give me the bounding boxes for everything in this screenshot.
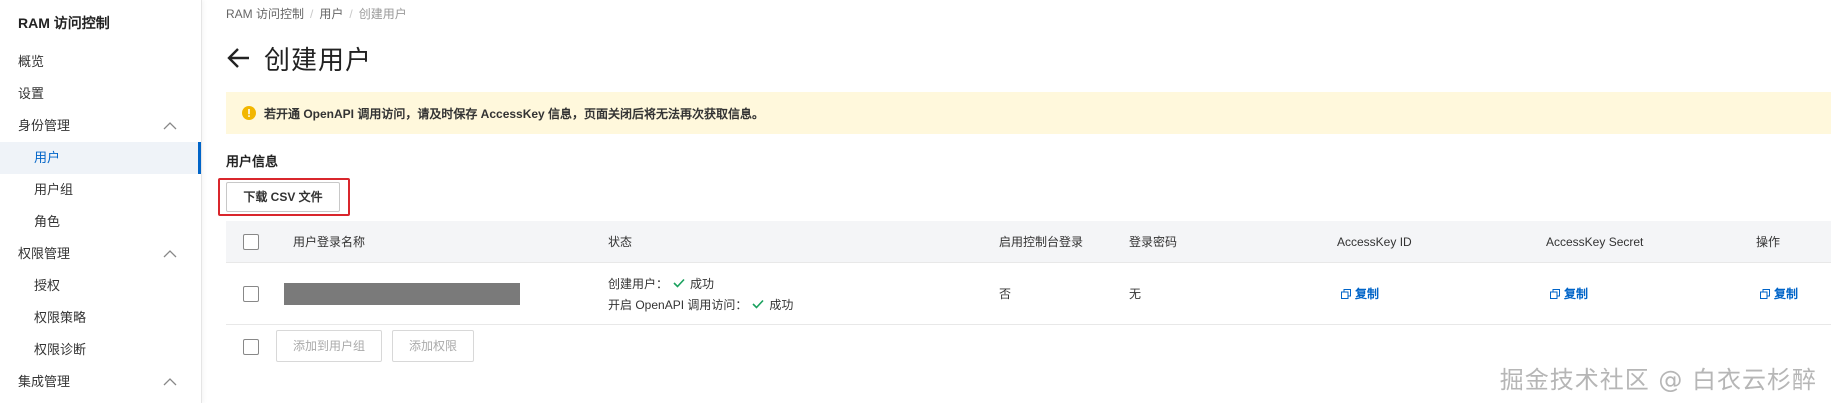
- breadcrumb: RAM 访问控制 / 用户 / 创建用户: [226, 7, 407, 21]
- column-header: AccessKey Secret: [1546, 234, 1644, 249]
- table-row: 创建用户： 成功 开启 OpenAPI 调用访问： 成功 否 无 复制 复制 复…: [226, 263, 1831, 325]
- download-csv-button[interactable]: 下载 CSV 文件: [226, 182, 340, 212]
- status-value: 成功: [769, 297, 794, 312]
- breadcrumb-current: 创建用户: [358, 7, 407, 21]
- sidebar-item-label: 权限策略: [34, 310, 87, 325]
- column-header: 用户登录名称: [293, 235, 366, 249]
- users-table: 用户登录名称 状态 启用控制台登录 登录密码 AccessKey ID Acce…: [226, 221, 1831, 325]
- chevron-up-icon: [163, 378, 177, 386]
- column-header: AccessKey ID: [1337, 234, 1412, 249]
- sidebar-group-permissions[interactable]: 权限管理: [0, 238, 201, 270]
- sidebar-item-grants[interactable]: 授权: [0, 270, 201, 302]
- sidebar: RAM 访问控制 概览 设置 身份管理 用户 用户组 角色 权限管理 授权 权限…: [0, 0, 202, 403]
- copy-accesskey-id-link[interactable]: 复制: [1341, 285, 1379, 302]
- status-cell: 创建用户： 成功 开启 OpenAPI 调用访问： 成功: [608, 275, 793, 313]
- sidebar-item-label: 设置: [18, 86, 45, 101]
- breadcrumb-item[interactable]: RAM 访问控制: [226, 7, 304, 21]
- sidebar-item-label: 权限管理: [18, 246, 71, 261]
- sidebar-item-label: 集成管理: [18, 374, 71, 389]
- sidebar-item-overview[interactable]: 概览: [0, 46, 201, 78]
- main-content: RAM 访问控制 / 用户 / 创建用户 创建用户 若开通 OpenAPI 调用访问，请…: [202, 0, 1831, 403]
- sidebar-item-users[interactable]: 用户: [0, 142, 201, 174]
- console-login-value: 否: [999, 287, 1012, 301]
- sidebar-item-label: 授权: [34, 278, 61, 293]
- sidebar-item-user-groups[interactable]: 用户组: [0, 174, 201, 206]
- sidebar-item-policies[interactable]: 权限策略: [0, 302, 201, 334]
- status-label: 创建用户：: [608, 276, 669, 291]
- copy-icon: [1341, 288, 1351, 299]
- watermark: 掘金技术社区 @ 白衣云杉醉: [1499, 366, 1817, 394]
- sidebar-item-label: 用户: [34, 150, 61, 165]
- warning-icon: [242, 106, 256, 120]
- row-checkbox[interactable]: [243, 285, 259, 302]
- copy-all-link[interactable]: 复制: [1760, 285, 1798, 302]
- column-header: 登录密码: [1129, 235, 1178, 249]
- copy-accesskey-secret-link[interactable]: 复制: [1550, 285, 1588, 302]
- warning-alert: 若开通 OpenAPI 调用访问，请及时保存 AccessKey 信息，页面关闭…: [226, 92, 1831, 134]
- alert-text: 若开通 OpenAPI 调用访问，请及时保存 AccessKey 信息，页面关闭…: [264, 106, 765, 121]
- redacted-username: [284, 282, 520, 305]
- chevron-up-icon: [163, 122, 177, 130]
- back-arrow-icon[interactable]: [226, 45, 252, 71]
- status-value: 成功: [690, 276, 715, 291]
- sidebar-group-identity[interactable]: 身份管理: [0, 110, 201, 142]
- column-header: 状态: [608, 235, 633, 249]
- check-icon: [673, 278, 685, 288]
- sidebar-title: RAM 访问控制: [18, 15, 110, 31]
- add-permission-button[interactable]: 添加权限: [392, 330, 474, 362]
- sidebar-item-label: 概览: [18, 54, 45, 69]
- bulk-select-checkbox[interactable]: [243, 339, 259, 355]
- copy-icon: [1760, 288, 1770, 299]
- sidebar-item-label: 权限诊断: [34, 342, 87, 357]
- title-row: 创建用户: [226, 40, 372, 76]
- status-label: 开启 OpenAPI 调用访问：: [608, 297, 748, 312]
- table-header: 用户登录名称 状态 启用控制台登录 登录密码 AccessKey ID Acce…: [226, 221, 1831, 263]
- column-header: 启用控制台登录: [999, 235, 1084, 249]
- select-all-checkbox[interactable]: [243, 233, 259, 250]
- sidebar-group-integration[interactable]: 集成管理: [0, 366, 201, 398]
- column-header: 操作: [1756, 235, 1781, 249]
- password-value: 无: [1129, 287, 1142, 301]
- sidebar-item-label: 身份管理: [18, 118, 71, 133]
- breadcrumb-item[interactable]: 用户: [319, 7, 343, 21]
- add-to-group-button[interactable]: 添加到用户组: [276, 330, 382, 362]
- sidebar-item-settings[interactable]: 设置: [0, 78, 201, 110]
- section-title: 用户信息: [226, 154, 279, 169]
- sidebar-item-label: 角色: [34, 214, 61, 229]
- sidebar-item-label: 用户组: [34, 182, 74, 197]
- check-icon: [752, 299, 764, 309]
- copy-icon: [1550, 288, 1560, 299]
- sidebar-item-roles[interactable]: 角色: [0, 206, 201, 238]
- bulk-actions: 添加到用户组 添加权限: [226, 330, 826, 364]
- page-title: 创建用户: [264, 44, 373, 75]
- chevron-up-icon: [163, 250, 177, 258]
- sidebar-item-diagnosis[interactable]: 权限诊断: [0, 334, 201, 366]
